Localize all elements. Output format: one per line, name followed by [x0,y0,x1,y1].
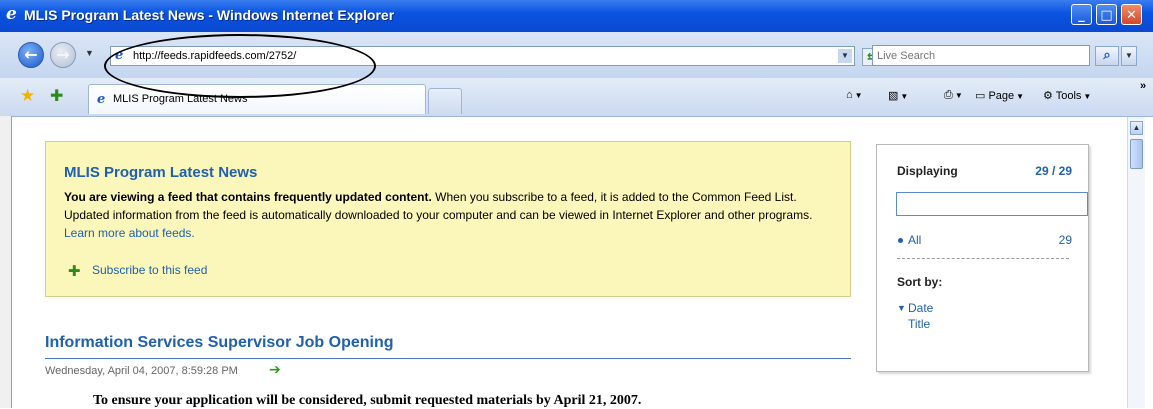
toolbar-overflow-icon[interactable]: » [1140,80,1146,92]
sort-by-date[interactable]: Date [908,301,933,315]
search-box[interactable] [872,45,1090,66]
address-dropdown-icon[interactable]: ▼ [838,49,852,63]
category-all-count: 29 [1058,233,1072,247]
feed-description-bold: You are viewing a feed that contains fre… [64,190,432,204]
close-button[interactable]: ✕ [1121,4,1142,25]
maximize-button[interactable]: □ [1096,4,1117,25]
address-bar[interactable]: e http://feeds.rapidfeeds.com/2752/ ▼ [110,46,855,66]
tab-ie-icon: e [97,92,106,107]
back-button[interactable]: ← [18,42,44,68]
page-menu-button[interactable]: ▭ Page ▼ [975,89,1024,102]
page-icon: e [115,48,124,63]
filter-panel: Displaying 29 / 29 All 29 Sort by: ▼ Dat… [876,144,1089,372]
subscribe-link[interactable]: Subscribe to this feed [92,263,207,277]
learn-more-link[interactable]: Learn more about feeds. [64,226,195,240]
article-divider [45,358,851,359]
feeds-button[interactable]: ▧ ▼ [888,89,908,102]
filter-input[interactable] [901,194,1081,214]
history-dropdown-icon[interactable]: ▼ [85,48,94,58]
home-button[interactable]: ⌂ ▼ [846,89,863,101]
feed-description: You are viewing a feed that contains fre… [64,188,834,242]
sort-by-title[interactable]: Title [908,317,930,331]
search-options-dropdown-icon[interactable]: ▼ [1121,46,1137,66]
print-button[interactable]: ⎙ ▼ [944,89,963,102]
sort-desc-icon: ▼ [897,303,906,313]
displaying-label: Displaying [897,164,958,178]
scroll-thumb[interactable] [1130,139,1143,169]
feed-page: MLIS Program Latest News You are viewing… [13,117,1127,408]
article-title-link[interactable]: Information Services Supervisor Job Open… [45,334,394,352]
ie-logo-icon: e [6,4,17,24]
window-title: MLIS Program Latest News - Windows Inter… [24,7,395,23]
displaying-count: 29 / 29 [1035,164,1072,178]
feed-info-box: MLIS Program Latest News You are viewing… [45,141,851,297]
forward-button[interactable]: → [50,42,76,68]
tab-mlis-news[interactable]: e MLIS Program Latest News [88,84,426,114]
add-favorites-icon[interactable]: ✚ [50,86,63,106]
url-text[interactable]: http://feeds.rapidfeeds.com/2752/ [133,50,296,62]
go-arrow-icon[interactable]: ➔ [269,362,281,378]
title-bar: e MLIS Program Latest News - Windows Int… [0,0,1153,32]
panel-divider [897,258,1069,259]
article-body: To ensure your application will be consi… [93,393,642,408]
new-tab-button[interactable] [428,88,462,114]
minimize-button[interactable]: _ [1071,4,1092,25]
all-bullet-icon [898,238,903,243]
search-icon[interactable]: ⌕ [1095,46,1119,66]
right-frame-edge [1145,117,1153,408]
sort-by-label: Sort by: [897,275,943,289]
address-toolbar: ← → ▼ e http://feeds.rapidfeeds.com/2752… [0,32,1153,78]
feed-title: MLIS Program Latest News [64,164,258,181]
tools-menu-label: Tools [1055,90,1082,102]
favorites-star-icon[interactable]: ★ [20,86,35,106]
filter-box[interactable] [896,192,1088,216]
scroll-up-icon[interactable]: ▲ [1130,121,1143,135]
search-input[interactable] [877,47,1077,65]
category-all[interactable]: All [908,233,921,247]
tab-toolbar: ★ ✚ e MLIS Program Latest News ⌂ ▼ ▧ ▼ ⎙ ▼ … [0,78,1153,117]
subscribe-star-icon[interactable]: ✚ [68,262,81,280]
tab-label: MLIS Program Latest News [113,93,248,105]
article-date: Wednesday, April 04, 2007, 8:59:28 PM [45,365,238,377]
vertical-scrollbar[interactable]: ▲ [1127,117,1145,408]
tools-menu-button[interactable]: ⚙ Tools ▼ [1043,89,1091,102]
page-menu-label: Page [988,90,1015,102]
left-frame-edge [0,116,12,408]
